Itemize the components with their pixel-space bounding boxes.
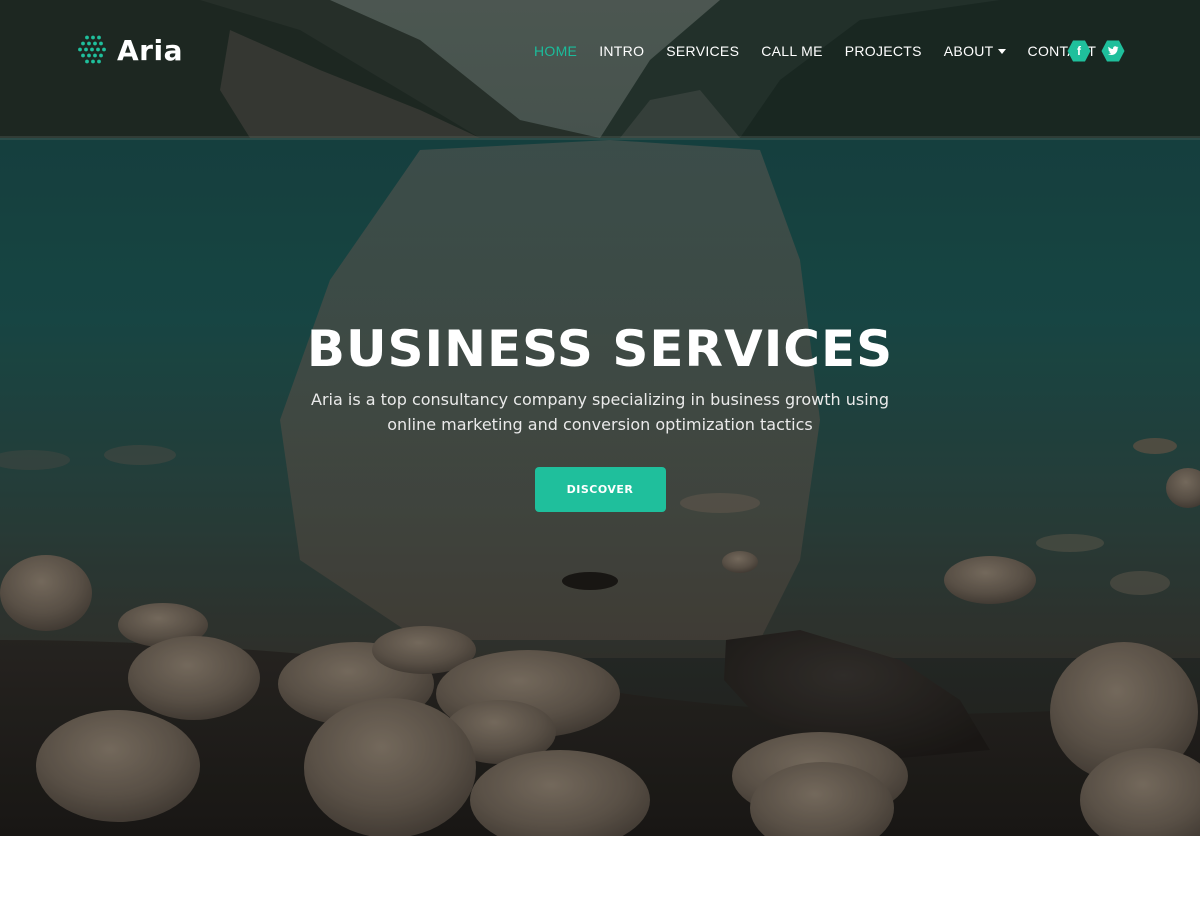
- logo-dots-icon: [78, 35, 106, 64]
- navbar: Aria HOME INTRO SERVICES CALL ME PROJECT…: [0, 0, 1200, 104]
- caret-down-icon: [997, 49, 1006, 54]
- social-links: f: [1067, 39, 1135, 63]
- hero-section: Aria HOME INTRO SERVICES CALL ME PROJECT…: [0, 0, 1200, 836]
- nav-projects[interactable]: PROJECTS: [845, 41, 922, 61]
- hero-title: BUSINESS SERVICES: [306, 320, 894, 378]
- twitter-link[interactable]: [1101, 39, 1125, 63]
- nav-call-me[interactable]: CALL ME: [761, 41, 823, 61]
- facebook-link[interactable]: f: [1067, 39, 1091, 63]
- nav-home[interactable]: HOME: [534, 41, 577, 61]
- brand-name: Aria: [117, 34, 183, 67]
- hero-subtitle: Aria is a top consultancy company specia…: [311, 390, 889, 434]
- nav-menu: HOME INTRO SERVICES CALL ME PROJECTS ABO…: [523, 41, 1107, 61]
- hexagon-badge-icon: [1101, 40, 1125, 62]
- discover-button[interactable]: DISCOVER: [534, 467, 666, 512]
- nav-about-dropdown[interactable]: ABOUT: [944, 41, 1006, 61]
- nav-services[interactable]: SERVICES: [666, 41, 739, 61]
- nav-intro[interactable]: INTRO: [599, 41, 644, 61]
- next-section: [0, 836, 1200, 900]
- nav-about-label: ABOUT: [943, 43, 994, 59]
- brand-logo[interactable]: Aria: [76, 34, 183, 68]
- facebook-icon: f: [1077, 44, 1081, 58]
- hero-content: BUSINESS SERVICES Aria is a top consulta…: [0, 318, 1200, 512]
